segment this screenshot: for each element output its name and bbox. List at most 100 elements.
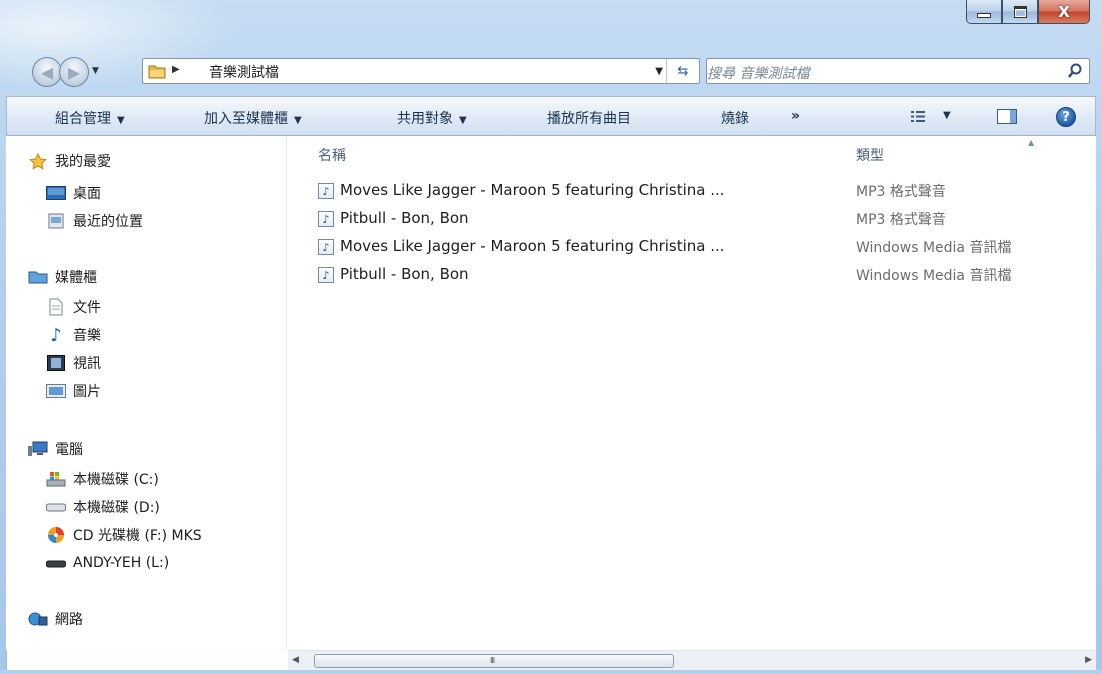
nav-label: 圖片: [73, 384, 101, 400]
maximize-button[interactable]: [1002, 0, 1038, 24]
search-icon[interactable]: [1067, 63, 1083, 79]
nav-favorites[interactable]: 我的最愛: [28, 150, 111, 172]
column-header-type[interactable]: 類型: [856, 145, 884, 165]
view-options-dropdown-icon[interactable]: ▼: [943, 110, 951, 121]
organize-button[interactable]: 組合管理 ▼: [55, 108, 125, 128]
music-note-icon: ♪: [50, 324, 62, 346]
preview-pane-icon[interactable]: [997, 109, 1017, 124]
nav-label: ANDY-YEH (L:): [73, 555, 170, 571]
horizontal-scrollbar[interactable]: ◀ III ▶: [288, 650, 1096, 671]
cd-drive-icon: [46, 527, 66, 543]
sort-ascending-icon: ▲: [1028, 138, 1035, 147]
nav-item-drive-c[interactable]: 本機磁碟 (C:): [46, 468, 159, 490]
nav-label: 最近的位置: [73, 214, 143, 230]
audio-file-icon: ♪: [318, 267, 334, 283]
navigation-pane: 我的最愛 桌面 最近的位置 媒體櫃 文件 ♪ 音樂 視訊 圖片 電腦 本機磁碟 …: [6, 136, 287, 650]
command-bar: 組合管理 ▼ 加入至媒體櫃 ▼ 共用對象 ▼ 播放所有曲目 燒錄 » ▼ ?: [6, 96, 1096, 136]
scroll-left-icon[interactable]: ◀: [292, 655, 299, 665]
nav-label: CD 光碟機 (F:) MKS: [73, 528, 202, 544]
forward-button[interactable]: ▶: [59, 57, 89, 87]
file-row[interactable]: ♪ Pitbull - Bon, Bon Windows Media 音訊檔: [318, 263, 1078, 287]
libraries-icon: [28, 269, 48, 285]
recent-pages-dropdown[interactable]: ▼: [92, 66, 99, 76]
nav-item-pictures[interactable]: 圖片: [46, 380, 101, 402]
star-icon: [28, 152, 48, 170]
maximize-icon: [1013, 5, 1027, 18]
nav-libraries[interactable]: 媒體櫃: [28, 266, 97, 288]
document-icon: [46, 298, 66, 316]
file-name: Pitbull - Bon, Bon: [340, 209, 469, 227]
nav-network[interactable]: 網路: [28, 608, 83, 630]
nav-item-desktop[interactable]: 桌面: [46, 182, 101, 204]
audio-file-icon: ♪: [318, 183, 334, 199]
add-to-library-label: 加入至媒體櫃: [204, 111, 288, 127]
file-row[interactable]: ♪ Moves Like Jagger - Maroon 5 featuring…: [318, 179, 1078, 203]
audio-file-icon: ♪: [318, 239, 334, 255]
file-name: Pitbull - Bon, Bon: [340, 265, 469, 283]
file-row[interactable]: ♪ Pitbull - Bon, Bon MP3 格式聲音: [318, 207, 1078, 231]
close-button[interactable]: X: [1038, 0, 1090, 24]
nav-label: 視訊: [73, 356, 101, 372]
arrow-left-icon: ◀: [40, 62, 54, 82]
minimize-icon: [977, 13, 991, 18]
nav-item-cd-drive[interactable]: CD 光碟機 (F:) MKS: [46, 524, 202, 546]
address-dropdown-icon[interactable]: ▼: [655, 66, 663, 77]
chevron-down-icon: ▼: [459, 115, 467, 126]
back-button[interactable]: ◀: [32, 57, 62, 87]
file-type: Windows Media 音訊檔: [856, 240, 1012, 256]
scroll-right-icon[interactable]: ▶: [1085, 655, 1092, 665]
hard-drive-icon: [46, 499, 66, 515]
more-commands-button[interactable]: »: [791, 108, 800, 124]
network-icon: [28, 611, 48, 627]
nav-item-videos[interactable]: 視訊: [46, 352, 101, 374]
computer-icon: [28, 441, 48, 457]
search-box[interactable]: 搜尋 音樂測試檔: [706, 58, 1090, 84]
arrow-right-icon: ▶: [67, 62, 81, 82]
system-drive-icon: [46, 471, 66, 487]
file-type: MP3 格式聲音: [856, 184, 946, 200]
removable-drive-icon: [46, 555, 66, 571]
nav-label: 桌面: [73, 186, 101, 202]
close-icon: X: [1058, 2, 1070, 21]
view-details-icon[interactable]: [911, 111, 925, 122]
nav-label: 本機磁碟 (C:): [73, 472, 159, 488]
chevron-down-icon: ▼: [294, 115, 302, 126]
desktop-icon: [46, 185, 66, 201]
address-bar[interactable]: ▶ 音樂測試檔 ▼ ⇆: [142, 58, 700, 84]
nav-item-music[interactable]: ♪ 音樂: [46, 324, 101, 346]
caption-buttons: X: [966, 0, 1090, 24]
share-with-button[interactable]: 共用對象 ▼: [397, 108, 467, 128]
nav-item-drive-d[interactable]: 本機磁碟 (D:): [46, 496, 160, 518]
add-to-library-button[interactable]: 加入至媒體櫃 ▼: [204, 108, 302, 128]
window-bottom-border: [0, 670, 1102, 674]
nav-label: 網路: [55, 612, 83, 628]
file-name: Moves Like Jagger - Maroon 5 featuring C…: [340, 181, 725, 199]
nav-label: 音樂: [73, 328, 101, 344]
chevron-down-icon: ▼: [117, 115, 125, 126]
column-header-name[interactable]: 名稱: [318, 145, 346, 165]
organize-label: 組合管理: [55, 111, 111, 127]
play-all-button[interactable]: 播放所有曲目: [547, 108, 631, 128]
nav-label: 我的最愛: [55, 154, 111, 170]
recent-places-icon: [46, 213, 66, 229]
nav-computer[interactable]: 電腦: [28, 438, 83, 460]
folder-icon: [148, 65, 166, 79]
file-type: MP3 格式聲音: [856, 212, 946, 228]
nav-item-drive-l[interactable]: ANDY-YEH (L:): [46, 552, 169, 574]
scrollbar-thumb[interactable]: III: [314, 654, 674, 668]
nav-item-documents[interactable]: 文件: [46, 296, 101, 318]
refresh-button[interactable]: ⇆: [666, 59, 699, 83]
minimize-button[interactable]: [966, 0, 1002, 24]
nav-label: 文件: [73, 300, 101, 316]
file-type: Windows Media 音訊檔: [856, 268, 1012, 284]
breadcrumb-current-folder[interactable]: 音樂測試檔: [209, 62, 279, 82]
burn-button[interactable]: 燒錄: [721, 108, 749, 128]
search-input[interactable]: 搜尋 音樂測試檔: [707, 63, 809, 83]
help-icon[interactable]: ?: [1056, 107, 1076, 127]
file-name: Moves Like Jagger - Maroon 5 featuring C…: [340, 237, 725, 255]
file-row[interactable]: ♪ Moves Like Jagger - Maroon 5 featuring…: [318, 235, 1078, 259]
breadcrumb-separator-icon[interactable]: ▶: [172, 64, 180, 75]
nav-label: 電腦: [55, 442, 83, 458]
nav-item-recent-places[interactable]: 最近的位置: [46, 210, 143, 232]
nav-label: 本機磁碟 (D:): [73, 500, 160, 516]
